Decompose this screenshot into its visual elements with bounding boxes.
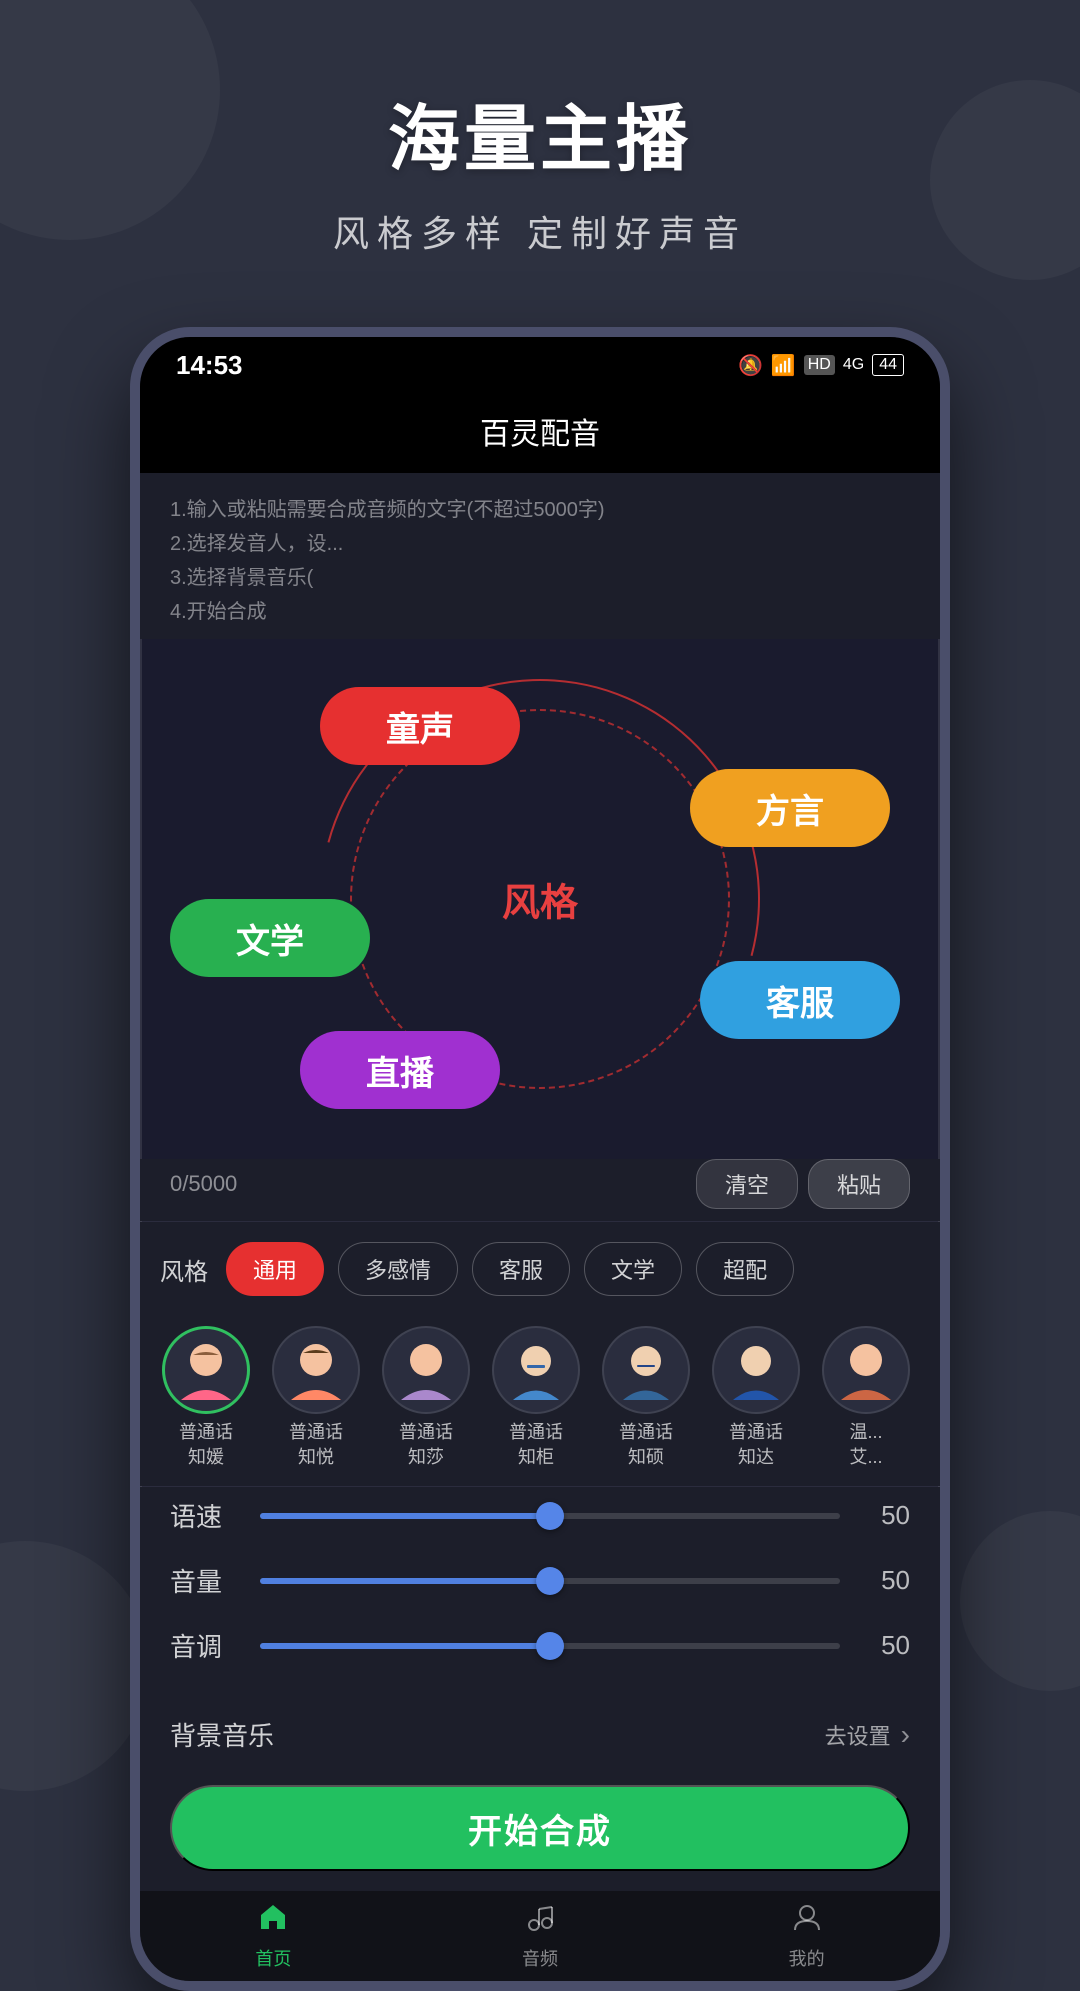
instruction-1: 1.输入或粘贴需要合成音频的文字(不超过5000字): [170, 493, 910, 527]
volume-fill: [260, 1578, 550, 1584]
instructions-area: 1.输入或粘贴需要合成音频的文字(不超过5000字) 2.选择发音人，设... …: [140, 473, 940, 639]
avatar-name-wen: 温...艾...: [849, 1420, 882, 1470]
chevron-right-icon: ›: [901, 1719, 910, 1751]
start-btn-area: 开始合成: [140, 1769, 940, 1891]
counter-row: 0/5000 清空 粘贴: [140, 1159, 940, 1221]
pill-zhibo[interactable]: 直播: [300, 1031, 500, 1109]
pitch-thumb[interactable]: [536, 1632, 564, 1660]
avatar-img-wen: [822, 1326, 910, 1414]
pitch-slider-row: 音调 50: [170, 1627, 910, 1664]
app-header: 百灵配音: [140, 393, 940, 473]
nav-home-label: 首页: [255, 1945, 291, 1971]
home-icon: [257, 1901, 289, 1941]
status-time: 14:53: [176, 350, 243, 381]
filter-duoganqing[interactable]: 多感情: [338, 1242, 458, 1296]
profile-icon: [791, 1901, 823, 1941]
audio-icon: [524, 1901, 556, 1941]
nav-profile[interactable]: 我的: [673, 1901, 940, 1971]
page-title: 海量主播: [0, 80, 1080, 185]
avatar-img-zhiyuan: [162, 1326, 250, 1414]
nav-audio[interactable]: 音频: [407, 1901, 674, 1971]
volume-track[interactable]: [260, 1578, 840, 1584]
instruction-3: 3.选择背景音乐(: [170, 561, 910, 595]
instruction-4: 4.开始合成: [170, 595, 910, 629]
voice-avatar-zhida[interactable]: 普通话知达: [706, 1326, 806, 1470]
battery-icon: 44: [872, 354, 904, 376]
nav-profile-label: 我的: [789, 1945, 825, 1971]
pitch-value: 50: [860, 1630, 910, 1661]
avatar-img-zhigui: [492, 1326, 580, 1414]
voice-avatars-row: 普通话知媛 普通话知悦: [140, 1316, 940, 1486]
hd-icon: HD: [804, 355, 835, 375]
signal-icon: 🔕: [738, 353, 763, 378]
bg-music-right: 去设置 ›: [825, 1719, 910, 1751]
filter-tongyong[interactable]: 通用: [226, 1242, 324, 1296]
avatar-name-zhigui: 普通话知柜: [509, 1420, 563, 1470]
avatar-img-zhishuo: [602, 1326, 690, 1414]
style-filter-label: 风格: [160, 1252, 208, 1287]
voice-avatar-wen[interactable]: 温...艾...: [816, 1326, 916, 1470]
action-buttons: 清空 粘贴: [696, 1159, 910, 1209]
pitch-fill: [260, 1643, 550, 1649]
bg-music-settings-btn[interactable]: 去设置: [825, 1719, 891, 1751]
pill-fangyan[interactable]: 方言: [690, 769, 890, 847]
filter-wenxue[interactable]: 文学: [584, 1242, 682, 1296]
avatar-name-zhisha: 普通话知莎: [399, 1420, 453, 1470]
avatar-name-zhiyuan: 普通话知媛: [179, 1420, 233, 1470]
counter-text: 0/5000: [170, 1171, 237, 1197]
avatar-name-zhida: 普通话知达: [729, 1420, 783, 1470]
status-bar: 14:53 🔕 📶 HD 4G 44: [140, 337, 940, 393]
avatar-name-zhishuo: 普通话知硕: [619, 1420, 673, 1470]
pill-wenxue[interactable]: 文学: [170, 899, 370, 977]
filter-kefu[interactable]: 客服: [472, 1242, 570, 1296]
pill-tongsheng[interactable]: 童声: [320, 687, 520, 765]
app-title-text: 百灵配音: [480, 418, 600, 451]
bg-music-label: 背景音乐: [170, 1716, 274, 1753]
filter-chao[interactable]: 超配: [696, 1242, 794, 1296]
volume-thumb[interactable]: [536, 1567, 564, 1595]
bg-music-row[interactable]: 背景音乐 去设置 ›: [140, 1702, 940, 1769]
pitch-label: 音调: [170, 1627, 240, 1664]
avatar-img-zhiyue: [272, 1326, 360, 1414]
avatar-img-zhida: [712, 1326, 800, 1414]
style-filter-row: 风格 通用 多感情 客服 文学 超配: [140, 1222, 940, 1316]
avatar-img-zhisha: [382, 1326, 470, 1414]
volume-label: 音量: [170, 1562, 240, 1599]
style-center-label: 风格: [502, 872, 578, 927]
speed-fill: [260, 1513, 550, 1519]
style-wheel-area: 风格 童声 方言 文学 客服 直播: [140, 639, 940, 1159]
voice-avatar-zhiyue[interactable]: 普通话知悦: [266, 1326, 366, 1470]
paste-button[interactable]: 粘贴: [808, 1159, 910, 1209]
wifi-icon: 📶: [771, 353, 796, 378]
page-subtitle: 风格多样 定制好声音: [0, 205, 1080, 257]
nav-home[interactable]: 首页: [140, 1901, 407, 1971]
speed-value: 50: [860, 1500, 910, 1531]
voice-avatar-zhisha[interactable]: 普通话知莎: [376, 1326, 476, 1470]
phone-mockup: 14:53 🔕 📶 HD 4G 44 百灵配音 1.输入或粘贴需要合成音频的文字…: [130, 327, 950, 1991]
volume-value: 50: [860, 1565, 910, 1596]
voice-avatar-zhigui[interactable]: 普通话知柜: [486, 1326, 586, 1470]
voice-avatar-zhishuo[interactable]: 普通话知硕: [596, 1326, 696, 1470]
speed-label: 语速: [170, 1497, 240, 1534]
pill-kefu[interactable]: 客服: [700, 961, 900, 1039]
sliders-area: 语速 50 音量 50 音调: [140, 1487, 940, 1702]
volume-slider-row: 音量 50: [170, 1562, 910, 1599]
status-icons: 🔕 📶 HD 4G 44: [738, 353, 904, 378]
speed-slider-row: 语速 50: [170, 1497, 910, 1534]
page-header: 海量主播 风格多样 定制好声音: [0, 0, 1080, 297]
voice-avatar-zhiyuan[interactable]: 普通话知媛: [156, 1326, 256, 1470]
speed-thumb[interactable]: [536, 1502, 564, 1530]
clear-button[interactable]: 清空: [696, 1159, 798, 1209]
network-icon: 4G: [843, 356, 864, 374]
bottom-nav: 首页 音频: [140, 1891, 940, 1981]
avatar-name-zhiyue: 普通话知悦: [289, 1420, 343, 1470]
nav-audio-label: 音频: [522, 1945, 558, 1971]
pitch-track[interactable]: [260, 1643, 840, 1649]
phone-frame: 14:53 🔕 📶 HD 4G 44 百灵配音 1.输入或粘贴需要合成音频的文字…: [130, 327, 950, 1991]
start-synthesis-button[interactable]: 开始合成: [170, 1785, 910, 1871]
speed-track[interactable]: [260, 1513, 840, 1519]
instruction-2: 2.选择发音人，设...: [170, 527, 910, 561]
